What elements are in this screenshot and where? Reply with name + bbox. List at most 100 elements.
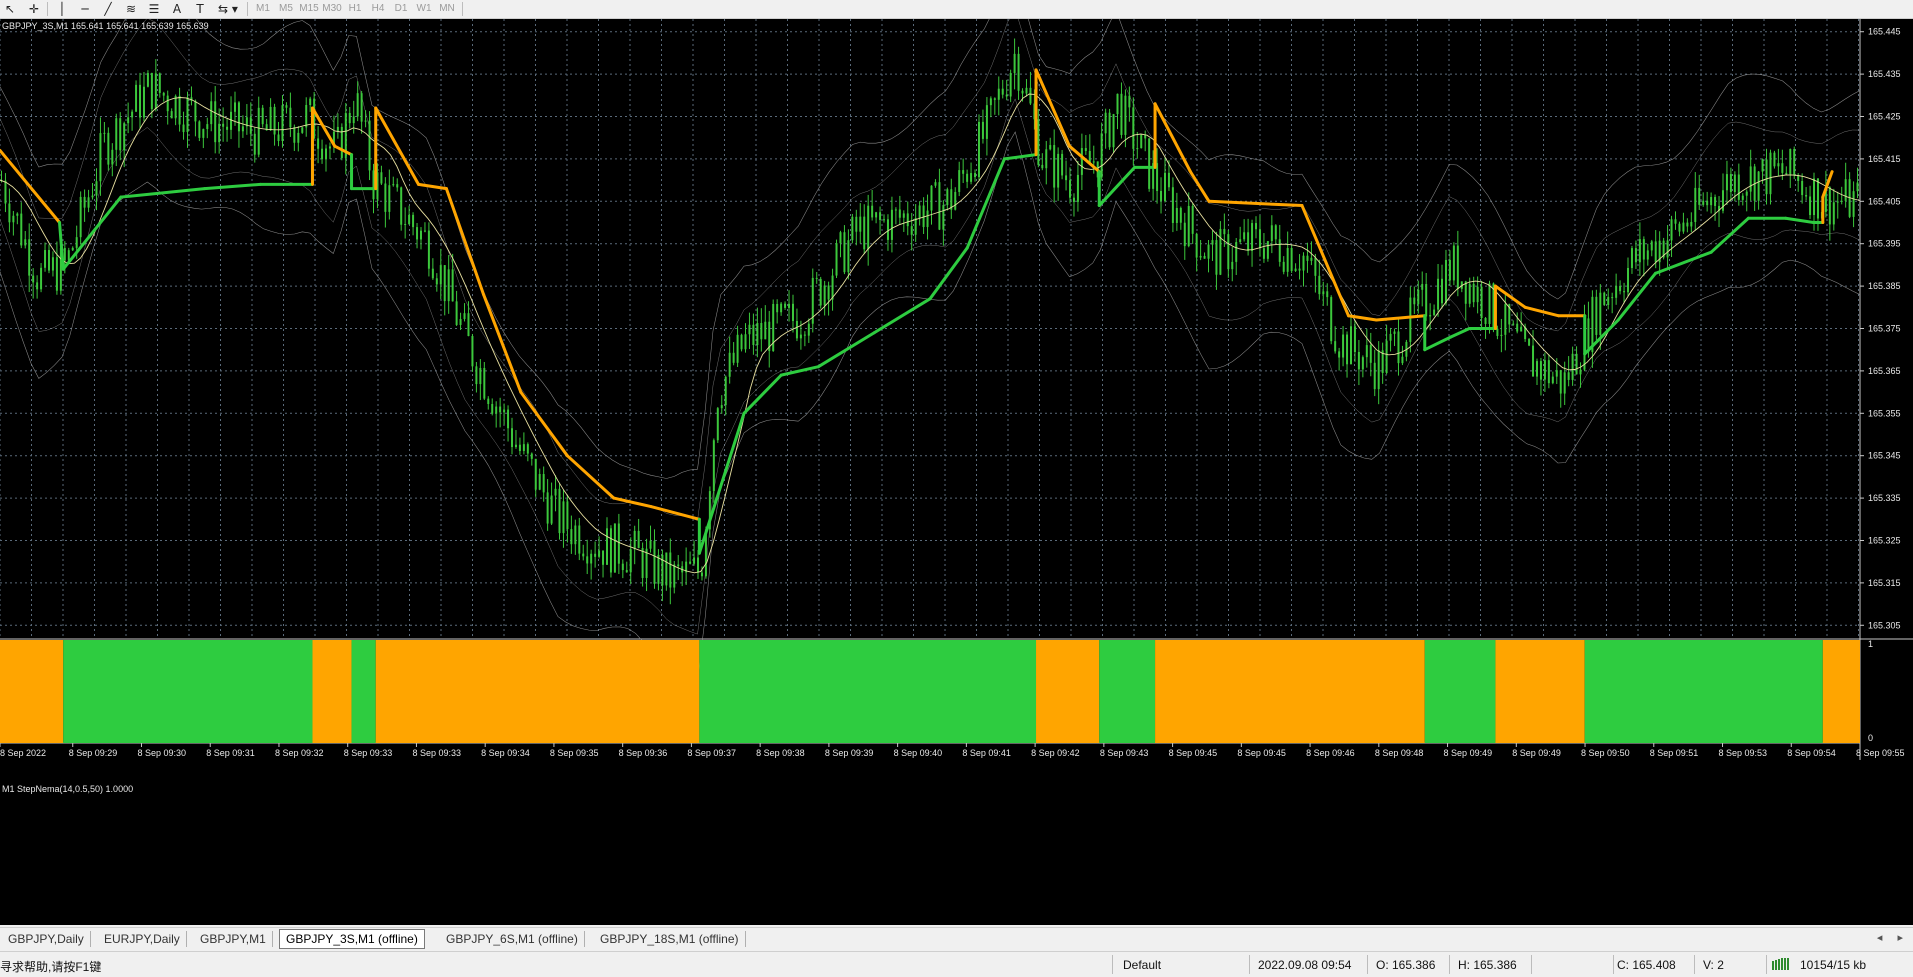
candle-body [1559,370,1562,394]
candle-body [902,213,905,218]
tab-gbpjpy-3s-m1[interactable]: GBPJPY_3S,M1 (offline) [279,929,425,949]
candle-body [8,203,11,223]
candle-body [1065,175,1068,181]
candle-body [1468,283,1471,304]
candle-body [16,213,19,216]
candle-body [32,275,35,283]
candle-body [182,124,185,133]
timeframe-mn-button[interactable]: MN [434,0,460,18]
candle-body [222,123,225,127]
candle-body [1211,240,1214,245]
stepnema-histogram-block [351,640,376,743]
candle-body [368,120,371,171]
candle-body [522,444,525,452]
candle-body [309,98,312,106]
vertical-line-icon[interactable]: │ [52,0,72,18]
time-tick-label: 8 Sep 09:33 [344,748,393,758]
candle-body [1769,152,1772,195]
stepnema-histogram-block [1424,640,1496,743]
candle-body [756,322,759,346]
bar-close: C: 165.408 [1617,958,1676,972]
chart-background [0,19,1913,925]
candle-body [1290,248,1293,271]
candle-body [1650,241,1653,251]
candle-body [974,173,977,178]
candle-body [518,444,521,452]
trendline-icon[interactable]: ╱ [98,0,118,18]
stepnema-histogram-block [312,640,352,743]
tab-gbpjpy-daily[interactable]: GBPJPY,Daily [2,931,91,947]
text-label-icon[interactable]: T [190,0,210,18]
candle-body [934,182,937,186]
time-tick-label: 8 Sep 09:34 [481,748,530,758]
candle-body [1393,331,1396,334]
candle-body [1001,88,1004,95]
candle-body [1666,240,1669,258]
candle-body [1061,153,1064,176]
tab-gbpjpy-6s-m1[interactable]: GBPJPY_6S,M1 (offline) [440,931,585,947]
time-tick-label: 8 Sep 09:51 [1650,748,1699,758]
candle-body [677,564,680,567]
candle-body [439,265,442,285]
crosshair-icon[interactable]: ✛ [24,0,44,18]
candle-body [1088,150,1091,163]
candle-body [1801,180,1804,196]
candle-body [1215,240,1218,275]
candle-body [1555,370,1558,377]
candle-body [396,184,399,188]
candle-body [1239,239,1242,243]
candle-body [554,488,557,496]
candle-body [1429,315,1432,317]
price-tick-label: 165.405 [1868,196,1901,206]
candle-body [1330,297,1333,342]
candle-body [1480,286,1483,319]
candle-body [325,148,328,160]
candle-body [356,93,359,117]
cursor-icon[interactable]: ↖ [0,0,20,18]
channel-icon[interactable]: ≋ [121,0,141,18]
price-tick-label: 165.395 [1868,239,1901,249]
candle-body [970,173,973,182]
candle-body [423,230,426,232]
candle-body [582,553,585,557]
time-tick-label: 8 Sep 09:39 [825,748,874,758]
status-separator [1367,955,1368,974]
candle-body [649,540,652,549]
candle-body [1777,163,1780,167]
candle-body [261,107,264,125]
candle-body [1543,360,1546,380]
arrows-icon[interactable]: ⇆ ▾ [213,0,243,18]
candle-body [1413,297,1416,305]
stepnema-histogram-block [699,640,1037,743]
candle-body [1057,153,1060,188]
chart-canvas[interactable]: 165.445 165.435 165.425 165.415 165.405 165.3… [0,19,1913,925]
candle-body [1251,223,1254,251]
candle-body [384,183,387,212]
tab-gbpjpy-m1[interactable]: GBPJPY,M1 [194,931,273,947]
candle-body [1409,297,1412,342]
tab-eurjpy-daily[interactable]: EURJPY,Daily [98,931,187,947]
candle-body [237,102,240,132]
candle-body [1535,361,1538,377]
candle-body [1785,172,1788,175]
profile-name: Default [1123,958,1162,972]
candle-body [1286,248,1289,272]
candle-body [206,124,209,130]
time-tick-label: 8 Sep 09:55 [1856,748,1905,758]
candle-body [526,444,529,454]
candle-body [843,232,846,273]
candle-body [700,572,703,577]
fibonacci-icon[interactable]: ☰ [144,0,164,18]
tab-scroll-arrows-icon[interactable]: ◂ ▸ [1877,931,1909,944]
chart-window[interactable]: 165.445 165.435 165.425 165.415 165.405 165.3… [0,19,1913,925]
candle-body [273,106,276,135]
indicator-scale-label: 1 [1868,639,1873,649]
indicator-label: M1 StepNema(14,0.5,50) 1.0000 [2,784,134,794]
candle-body [558,488,561,534]
text-icon[interactable]: A [167,0,187,18]
candle-body [1084,148,1087,151]
candle-body [99,133,102,182]
horizontal-line-icon[interactable]: ─ [75,0,95,18]
candle-body [1634,248,1637,263]
tab-gbpjpy-18s-m1[interactable]: GBPJPY_18S,M1 (offline) [594,931,746,947]
